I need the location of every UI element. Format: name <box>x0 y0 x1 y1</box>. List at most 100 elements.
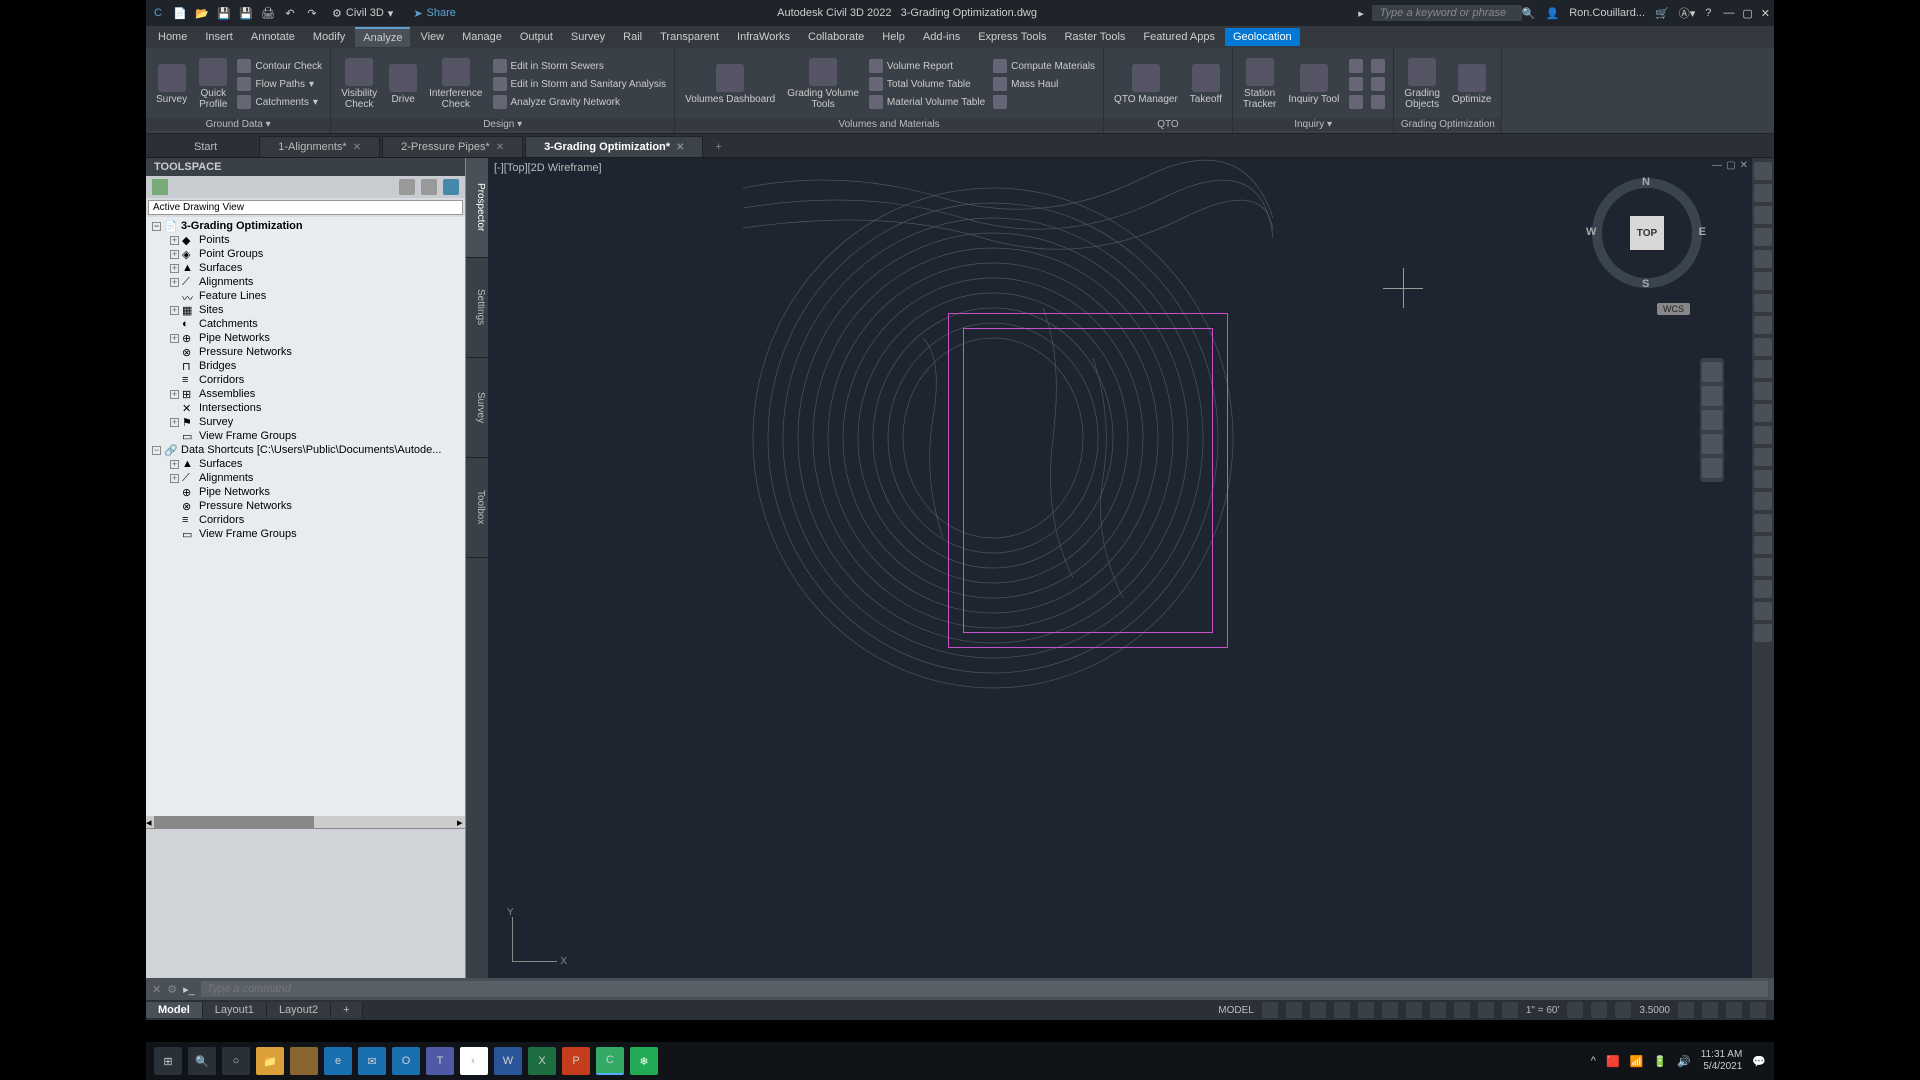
help-icon[interactable]: ? <box>1705 7 1711 19</box>
rt-1[interactable] <box>1754 162 1772 180</box>
new-tab-button[interactable]: + <box>705 137 731 157</box>
rt-20[interactable] <box>1754 580 1772 598</box>
vtab-settings[interactable]: Settings <box>466 258 488 358</box>
tree-item[interactable]: ✕Intersections <box>148 401 463 415</box>
edge-icon[interactable]: e <box>324 1047 352 1075</box>
inquiry-tool-button[interactable]: Inquiry Tool <box>1284 62 1343 107</box>
vp-close[interactable]: ✕ <box>1740 160 1748 171</box>
rt-16[interactable] <box>1754 492 1772 510</box>
ribbon-tab-help[interactable]: Help <box>874 28 913 46</box>
open-icon[interactable]: 📂 <box>194 5 210 21</box>
interference-check-button[interactable]: Interference Check <box>425 56 486 112</box>
save-icon[interactable]: 💾 <box>216 5 232 21</box>
maximize-button[interactable]: ▢ <box>1742 7 1752 20</box>
layout-tab[interactable]: Model <box>146 1002 203 1018</box>
gravity-network-button[interactable]: Analyze Gravity Network <box>491 94 669 110</box>
inq1[interactable] <box>1347 58 1365 74</box>
cmdline-close-icon[interactable]: ✕ <box>152 983 161 996</box>
user-label[interactable]: Ron.Couillard... <box>1569 7 1645 19</box>
mail-icon[interactable]: ✉ <box>358 1047 386 1075</box>
tree-item[interactable]: +◈Point Groups <box>148 247 463 261</box>
prospector-tree[interactable]: −📄3-Grading Optimization+◆Points+◈Point … <box>146 217 465 816</box>
units-icon[interactable] <box>1615 1002 1631 1018</box>
notifications-icon[interactable]: 💬 <box>1752 1055 1766 1068</box>
start-button[interactable]: ⊞ <box>154 1047 182 1075</box>
ribbon-tab-manage[interactable]: Manage <box>454 28 510 46</box>
cmdline-config-icon[interactable]: ⚙ <box>167 983 177 996</box>
ribbon-tab-infraworks[interactable]: InfraWorks <box>729 28 798 46</box>
app-menu-icon[interactable]: Ⓐ▾ <box>1679 5 1696 21</box>
ribbon-tab-view[interactable]: View <box>412 28 452 46</box>
rt-11[interactable] <box>1754 382 1772 400</box>
selection-cycling-icon[interactable] <box>1454 1002 1470 1018</box>
tree-item[interactable]: ▭View Frame Groups <box>148 429 463 443</box>
quick-profile-button[interactable]: Quick Profile <box>195 56 231 112</box>
rt-15[interactable] <box>1754 470 1772 488</box>
ribbon-tab-output[interactable]: Output <box>512 28 561 46</box>
undo-icon[interactable]: ↶ <box>282 5 298 21</box>
grid-icon[interactable] <box>1262 1002 1278 1018</box>
tree-item[interactable]: ▭View Frame Groups <box>148 527 463 541</box>
rt-10[interactable] <box>1754 360 1772 378</box>
tool-icon-1[interactable] <box>399 179 415 195</box>
workspace-switcher[interactable]: ⚙ Civil 3D ▾ <box>332 7 393 20</box>
rt-12[interactable] <box>1754 404 1772 422</box>
minimize-button[interactable]: — <box>1723 7 1734 20</box>
rt-18[interactable] <box>1754 536 1772 554</box>
doc-tab[interactable]: 3-Grading Optimization*✕ <box>525 136 703 157</box>
anno-monitor-icon[interactable] <box>1591 1002 1607 1018</box>
ribbon-tab-survey[interactable]: Survey <box>563 28 613 46</box>
view-cube[interactable]: TOP N S E W <box>1592 178 1702 288</box>
cart-icon[interactable]: 🛒 <box>1655 7 1669 20</box>
tree-item[interactable]: −📄3-Grading Optimization <box>148 219 463 233</box>
storm-sanitary-button[interactable]: Edit in Storm and Sanitary Analysis <box>491 76 669 92</box>
system-clock[interactable]: 11:31 AM 5/4/2021 <box>1701 1049 1743 1073</box>
tree-item[interactable]: +⊞Assemblies <box>148 387 463 401</box>
doc-tab[interactable]: 2-Pressure Pipes*✕ <box>382 136 523 157</box>
tree-item[interactable]: ≡Corridors <box>148 513 463 527</box>
rt-8[interactable] <box>1754 316 1772 334</box>
tray-volume-icon[interactable]: 🔊 <box>1677 1055 1691 1068</box>
rt-5[interactable] <box>1754 250 1772 268</box>
vp-maximize[interactable]: ▢ <box>1726 160 1735 171</box>
view-dropdown[interactable]: Active Drawing View <box>148 200 463 215</box>
share-button[interactable]: ➤ Share <box>413 7 456 20</box>
anno-visibility-icon[interactable] <box>1502 1002 1518 1018</box>
outlook-icon[interactable]: O <box>392 1047 420 1075</box>
cortana-button[interactable]: ○ <box>222 1047 250 1075</box>
contour-check-button[interactable]: Contour Check <box>235 58 324 74</box>
hardware-icon[interactable] <box>1702 1002 1718 1018</box>
app-icon-1[interactable] <box>290 1047 318 1075</box>
takeoff-button[interactable]: Takeoff <box>1186 62 1226 107</box>
ribbon-tab-express-tools[interactable]: Express Tools <box>970 28 1054 46</box>
rt-3[interactable] <box>1754 206 1772 224</box>
saveas-icon[interactable]: 💾 <box>238 5 254 21</box>
ribbon-tab-analyze[interactable]: Analyze <box>355 27 410 47</box>
grading-objects-button[interactable]: Grading Objects <box>1400 56 1444 112</box>
vtab-survey[interactable]: Survey <box>466 358 488 458</box>
help-icon[interactable] <box>443 179 459 195</box>
powerpoint-icon[interactable]: P <box>562 1047 590 1075</box>
rt-13[interactable] <box>1754 426 1772 444</box>
anno-scale-icon[interactable] <box>1478 1002 1494 1018</box>
tray-chevron-icon[interactable]: ^ <box>1591 1055 1596 1067</box>
tree-item[interactable]: ⊕Pipe Networks <box>148 485 463 499</box>
ribbon-tab-transparent[interactable]: Transparent <box>652 28 727 46</box>
material-volume-button[interactable]: Material Volume Table <box>867 94 987 110</box>
mass-haul-button[interactable]: Mass Haul <box>991 76 1097 92</box>
panel-title[interactable]: Ground Data ▾ <box>146 118 330 131</box>
word-icon[interactable]: W <box>494 1047 522 1075</box>
customize-icon[interactable] <box>1750 1002 1766 1018</box>
layout-tab[interactable]: Layout1 <box>203 1002 267 1018</box>
osnap-icon[interactable] <box>1358 1002 1374 1018</box>
nav-pan-icon[interactable] <box>1702 386 1722 406</box>
catchments-button[interactable]: Catchments ▾ <box>235 94 324 110</box>
rt-9[interactable] <box>1754 338 1772 356</box>
doc-tab[interactable]: 1-Alignments*✕ <box>259 136 380 157</box>
civil3d-taskbar-icon[interactable]: C <box>596 1047 624 1075</box>
flow-paths-button[interactable]: Flow Paths ▾ <box>235 76 324 92</box>
tree-item[interactable]: +⟋Alignments <box>148 471 463 485</box>
tree-item[interactable]: 〰Feature Lines <box>148 289 463 303</box>
lineweight-icon[interactable] <box>1406 1002 1422 1018</box>
command-line[interactable]: ✕ ⚙ ▸_ <box>146 978 1774 1000</box>
